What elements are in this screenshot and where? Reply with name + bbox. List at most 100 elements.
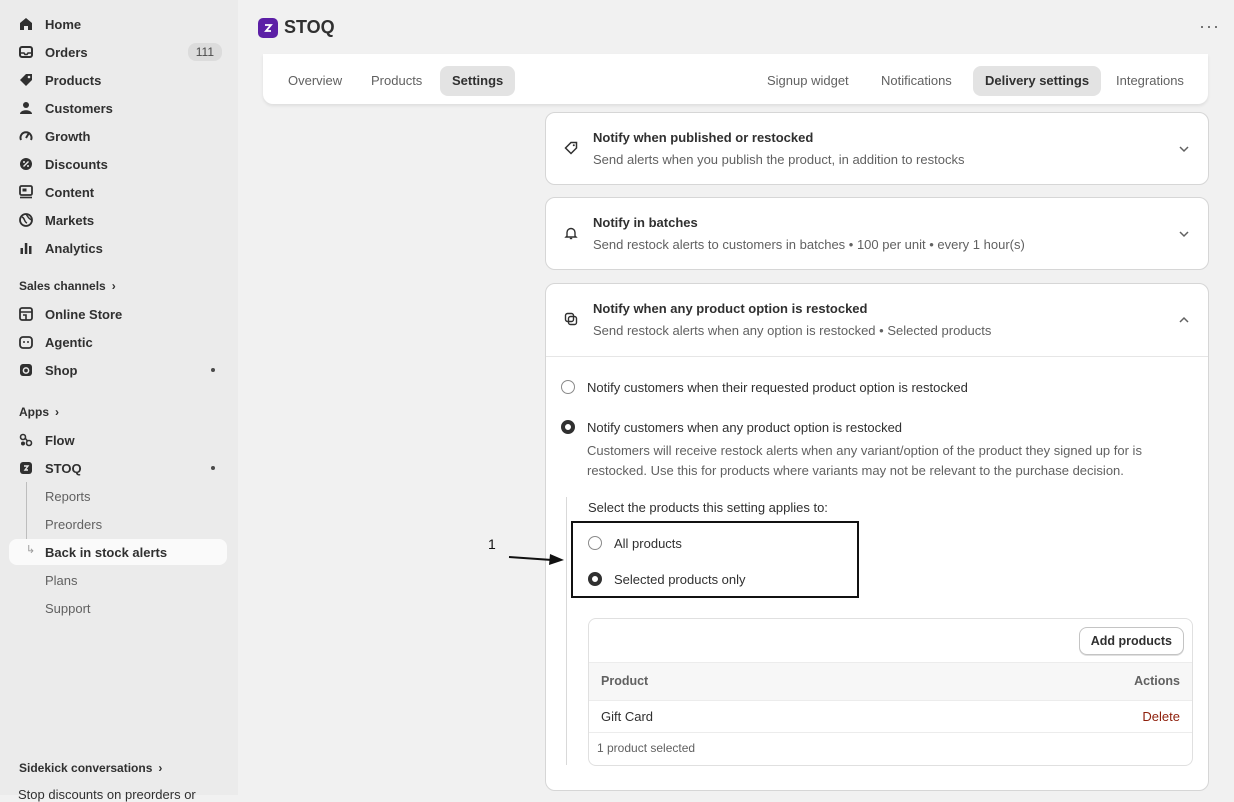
nav-growth[interactable]: Growth <box>9 123 227 149</box>
nav-label: Products <box>45 72 102 88</box>
chevron-right-icon: › <box>158 761 163 775</box>
nav-agentic[interactable]: Agentic <box>9 329 227 355</box>
sales-channels-header[interactable]: Sales channels › <box>19 279 116 293</box>
status-dot <box>211 466 215 470</box>
sub-item-label: Support <box>45 600 91 616</box>
orders-icon <box>9 45 45 59</box>
agentic-icon <box>9 335 45 349</box>
card-title: Notify when any product option is restoc… <box>593 301 868 316</box>
tag-icon <box>564 141 578 155</box>
section-label: Sidekick conversations <box>19 761 153 775</box>
orders-count-badge: 111 <box>187 43 222 61</box>
stoq-logo-icon <box>258 18 278 38</box>
nav-discounts[interactable]: Discounts <box>9 151 227 177</box>
apps-header[interactable]: Apps › <box>19 405 59 419</box>
select-products-label: Select the products this setting applies… <box>588 500 828 515</box>
nav-home[interactable]: Home <box>9 11 227 37</box>
tabs-bar: Overview Products Settings Signup widget… <box>263 54 1208 104</box>
radio-requested-option-label[interactable]: Notify customers when their requested pr… <box>587 380 968 395</box>
table-header: Product Actions <box>589 662 1192 701</box>
nav-products[interactable]: Products <box>9 67 227 93</box>
gauge-icon <box>9 129 45 143</box>
selected-products-table: Add products Product Actions Gift Card D… <box>588 618 1193 766</box>
nav-markets[interactable]: Markets <box>9 207 227 233</box>
sub-item-label: Back in stock alerts <box>45 544 168 560</box>
card-notify-batches[interactable]: Notify in batches Send restock alerts to… <box>545 197 1209 270</box>
tab-delivery-settings[interactable]: Delivery settings <box>973 66 1102 96</box>
nav-label: Shop <box>45 362 78 378</box>
delete-product-link[interactable]: Delete <box>1142 709 1180 724</box>
sub-item-support[interactable]: Support <box>9 595 227 621</box>
card-notify-published[interactable]: Notify when published or restocked Send … <box>545 112 1209 185</box>
discount-icon <box>9 157 45 171</box>
section-label: Sales channels <box>19 279 106 293</box>
nav-label: Online Store <box>45 306 123 322</box>
column-header-product: Product <box>601 674 649 688</box>
tree-branch-icon: ↳ <box>26 544 36 556</box>
home-icon <box>9 17 45 31</box>
nav-label: Content <box>45 184 95 200</box>
variants-icon <box>564 312 578 326</box>
tab-overview[interactable]: Overview <box>276 66 354 96</box>
table-row: Gift Card Delete <box>589 700 1192 733</box>
more-actions-button[interactable]: ··· <box>1199 16 1220 37</box>
nav-online-store[interactable]: Online Store <box>9 301 227 327</box>
indent-divider <box>566 497 567 765</box>
nav-label: Orders <box>45 44 88 60</box>
store-icon <box>9 307 45 321</box>
sub-item-back-in-stock[interactable]: ↳ Back in stock alerts <box>9 539 227 565</box>
tab-signup-widget[interactable]: Signup widget <box>755 66 861 96</box>
card-description: Send restock alerts to customers in batc… <box>593 237 1025 252</box>
card-description: Send restock alerts when any option is r… <box>593 323 992 338</box>
app-title: STOQ <box>284 17 335 37</box>
nav-label: Home <box>45 16 82 32</box>
nav-label: Discounts <box>45 156 108 172</box>
card-description: Send alerts when you publish the product… <box>593 152 965 167</box>
chevron-down-icon[interactable] <box>1178 228 1190 240</box>
card-header[interactable]: Notify when any product option is restoc… <box>546 284 1208 357</box>
product-name: Gift Card <box>601 709 654 724</box>
tab-products[interactable]: Products <box>359 66 434 96</box>
nav-stoq[interactable]: STOQ <box>9 455 227 481</box>
sub-item-label: Plans <box>45 572 78 588</box>
help-text-line-1: Customers will receive restock alerts wh… <box>587 443 1142 458</box>
tab-settings[interactable]: Settings <box>440 66 516 96</box>
nav-customers[interactable]: Customers <box>9 95 227 121</box>
chevron-right-icon: › <box>111 279 116 293</box>
tag-icon <box>9 73 45 87</box>
nav-shop[interactable]: Shop <box>9 357 227 383</box>
chevron-right-icon: › <box>55 405 59 419</box>
card-header[interactable]: Notify when published or restocked Send … <box>546 113 1208 185</box>
status-dot <box>211 368 215 372</box>
chevron-down-icon[interactable] <box>1178 143 1190 155</box>
sidebar: Home Orders 111 Products Customers Growt… <box>0 0 238 802</box>
nav-analytics[interactable]: Analytics <box>9 235 227 261</box>
chevron-up-icon[interactable] <box>1178 314 1190 326</box>
annotation-highlight-box <box>571 521 859 598</box>
globe-icon <box>9 213 45 227</box>
selection-count: 1 product selected <box>597 741 696 755</box>
card-title: Notify when published or restocked <box>593 130 814 145</box>
add-products-button[interactable]: Add products <box>1078 627 1184 655</box>
nav-label: Growth <box>45 128 91 144</box>
sub-item-reports[interactable]: Reports <box>9 483 227 509</box>
column-header-actions: Actions <box>1134 674 1180 688</box>
nav-orders[interactable]: Orders 111 <box>9 39 227 65</box>
sub-item-preorders[interactable]: Preorders <box>9 511 227 537</box>
annotation-arrow-icon <box>508 554 564 565</box>
help-text-line-2: restocked. Use this for products where v… <box>587 463 1124 478</box>
card-header[interactable]: Notify in batches Send restock alerts to… <box>546 198 1208 270</box>
flow-icon <box>9 433 45 447</box>
tab-integrations[interactable]: Integrations <box>1104 66 1196 96</box>
annotation-number: 1 <box>488 536 496 552</box>
sidekick-header[interactable]: Sidekick conversations › <box>19 761 162 775</box>
nav-content[interactable]: Content <box>9 179 227 205</box>
sub-item-plans[interactable]: Plans <box>9 567 227 593</box>
nav-flow[interactable]: Flow <box>9 427 227 453</box>
radio-any-option[interactable] <box>561 420 575 434</box>
card-title: Notify in batches <box>593 215 698 230</box>
nav-label: Markets <box>45 212 95 228</box>
radio-any-option-label[interactable]: Notify customers when any product option… <box>587 420 902 435</box>
radio-requested-option[interactable] <box>561 380 575 394</box>
tab-notifications[interactable]: Notifications <box>869 66 964 96</box>
